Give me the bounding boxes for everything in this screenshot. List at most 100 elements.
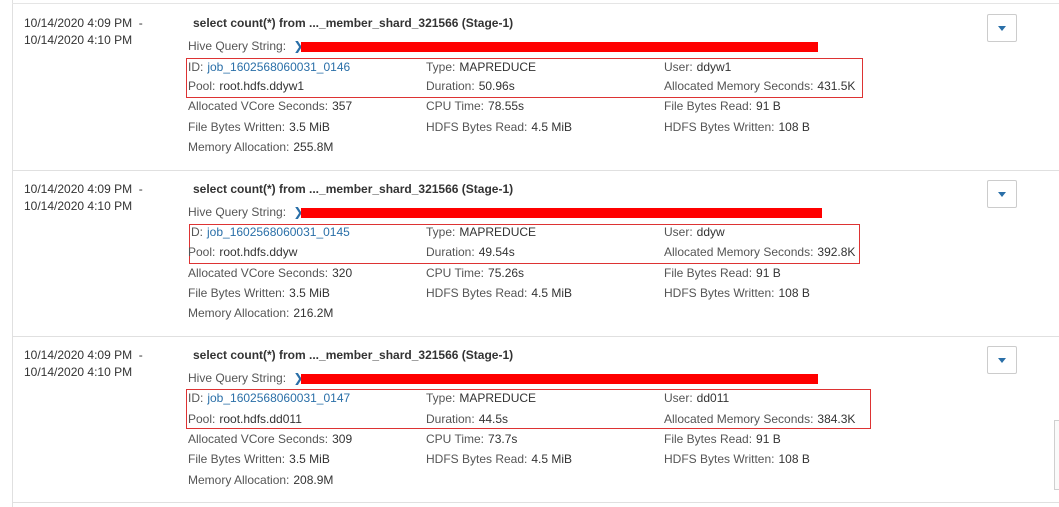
hive-query-string: Hive Query String: ❯ bbox=[188, 38, 818, 54]
duration-field: Duration: 49.54s bbox=[426, 244, 515, 260]
user-field: User: dd011 bbox=[664, 390, 729, 406]
type-value: MAPREDUCE bbox=[459, 391, 537, 405]
hdfs-bytes-read-value: 4.5 MiB bbox=[531, 452, 573, 466]
type-label: Type: bbox=[426, 391, 456, 405]
cpu-time-field: CPU Time: 73.7s bbox=[426, 431, 517, 447]
duration-field: Duration: 44.5s bbox=[426, 411, 508, 427]
file-bytes-read-value: 91 B bbox=[756, 432, 781, 446]
duration-field: Duration: 50.96s bbox=[426, 78, 515, 94]
query-actions-dropdown[interactable] bbox=[987, 180, 1017, 208]
job-id-field: D: job_1602568060031_0145 bbox=[191, 224, 350, 240]
allocated-memory-seconds-value: 392.8K bbox=[817, 245, 856, 259]
user-field: User: ddyw bbox=[664, 224, 725, 240]
type-value: MAPREDUCE bbox=[459, 60, 537, 74]
redaction-bar bbox=[301, 208, 822, 218]
query-actions-dropdown[interactable] bbox=[987, 14, 1017, 42]
job-id-label: ID: bbox=[188, 60, 204, 74]
pool-label: Pool: bbox=[188, 412, 216, 426]
hdfs-bytes-written-label: HDFS Bytes Written: bbox=[664, 286, 775, 300]
user-value: ddyw bbox=[696, 225, 725, 239]
cpu-time-label: CPU Time: bbox=[426, 99, 485, 113]
query-row: 10/14/2020 4:09 PM - 10/14/2020 4:10 PM … bbox=[13, 4, 1059, 171]
allocated-memory-seconds-label: Allocated Memory Seconds: bbox=[664, 412, 814, 426]
duration-label: Duration: bbox=[426, 79, 475, 93]
pool-label: Pool: bbox=[188, 245, 216, 259]
allocated-memory-seconds-value: 431.5K bbox=[817, 79, 856, 93]
allocated-memory-seconds-field: Allocated Memory Seconds: 431.5K bbox=[664, 78, 855, 94]
allocated-vcore-seconds-value: 320 bbox=[332, 266, 353, 280]
type-field: Type: MAPREDUCE bbox=[426, 59, 536, 75]
user-value: dd011 bbox=[696, 391, 730, 405]
pool-field: Pool: root.hdfs.dd011 bbox=[188, 411, 302, 427]
query-statement: select count(*) from ..._member_shard_32… bbox=[193, 16, 514, 30]
hdfs-bytes-read-value: 4.5 MiB bbox=[531, 286, 573, 300]
query-row: 10/14/2020 4:09 PM - 10/14/2020 4:10 PM … bbox=[13, 336, 1059, 503]
hive-query-label: Hive Query String: bbox=[188, 39, 287, 53]
hive-query-string: Hive Query String: ❯ bbox=[188, 370, 818, 386]
job-id-label: ID: bbox=[188, 391, 204, 405]
hdfs-bytes-written-field: HDFS Bytes Written: 108 B bbox=[664, 451, 810, 467]
file-bytes-read-field: File Bytes Read: 91 B bbox=[664, 265, 781, 281]
file-bytes-written-field: File Bytes Written: 3.5 MiB bbox=[188, 451, 330, 467]
hdfs-bytes-written-label: HDFS Bytes Written: bbox=[664, 120, 775, 134]
query-time-range: 10/14/2020 4:09 PM - 10/14/2020 4:10 PM bbox=[24, 347, 143, 381]
redaction-bar bbox=[301, 42, 818, 52]
file-bytes-written-label: File Bytes Written: bbox=[188, 452, 286, 466]
file-bytes-written-field: File Bytes Written: 3.5 MiB bbox=[188, 119, 330, 135]
caret-down-icon bbox=[998, 26, 1006, 31]
job-id-label: D: bbox=[191, 225, 203, 239]
redaction-bar bbox=[301, 374, 818, 384]
hdfs-bytes-read-field: HDFS Bytes Read: 4.5 MiB bbox=[426, 285, 572, 301]
file-bytes-read-field: File Bytes Read: 91 B bbox=[664, 98, 781, 114]
memory-allocation-value: 255.8M bbox=[293, 140, 334, 154]
memory-allocation-field: Memory Allocation: 208.9M bbox=[188, 472, 333, 488]
file-bytes-read-label: File Bytes Read: bbox=[664, 432, 753, 446]
hdfs-bytes-written-field: HDFS Bytes Written: 108 B bbox=[664, 285, 810, 301]
cpu-time-value: 75.26s bbox=[488, 266, 525, 280]
hdfs-bytes-read-label: HDFS Bytes Read: bbox=[426, 286, 528, 300]
job-id-link[interactable]: job_1602568060031_0145 bbox=[207, 225, 350, 239]
allocated-vcore-seconds-label: Allocated VCore Seconds: bbox=[188, 266, 329, 280]
file-bytes-read-label: File Bytes Read: bbox=[664, 266, 753, 280]
allocated-vcore-seconds-value: 357 bbox=[332, 99, 353, 113]
pool-value: root.hdfs.ddyw1 bbox=[219, 79, 305, 93]
file-bytes-written-label: File Bytes Written: bbox=[188, 286, 286, 300]
hive-query-label: Hive Query String: bbox=[188, 205, 287, 219]
job-id-field: ID: job_1602568060031_0147 bbox=[188, 390, 350, 406]
user-value: ddyw1 bbox=[696, 60, 732, 74]
type-field: Type: MAPREDUCE bbox=[426, 224, 536, 240]
query-start-time: 10/14/2020 4:09 PM - bbox=[24, 16, 143, 30]
file-bytes-read-label: File Bytes Read: bbox=[664, 99, 753, 113]
duration-value: 44.5s bbox=[478, 412, 509, 426]
allocated-vcore-seconds-label: Allocated VCore Seconds: bbox=[188, 99, 329, 113]
file-bytes-written-field: File Bytes Written: 3.5 MiB bbox=[188, 285, 330, 301]
duration-value: 50.96s bbox=[478, 79, 515, 93]
file-bytes-written-value: 3.5 MiB bbox=[289, 120, 330, 134]
query-statement: select count(*) from ..._member_shard_32… bbox=[193, 182, 514, 196]
caret-down-icon bbox=[998, 192, 1006, 197]
job-id-field: ID: job_1602568060031_0146 bbox=[188, 59, 350, 75]
scrollbar-edge[interactable] bbox=[1054, 420, 1059, 490]
caret-down-icon bbox=[998, 358, 1006, 363]
hdfs-bytes-written-value: 108 B bbox=[778, 286, 810, 300]
cpu-time-label: CPU Time: bbox=[426, 432, 485, 446]
hdfs-bytes-read-field: HDFS Bytes Read: 4.5 MiB bbox=[426, 451, 572, 467]
hdfs-bytes-read-value: 4.5 MiB bbox=[531, 120, 573, 134]
query-actions-dropdown[interactable] bbox=[987, 346, 1017, 374]
query-end-time: 10/14/2020 4:10 PM bbox=[24, 199, 133, 213]
duration-label: Duration: bbox=[426, 245, 475, 259]
file-bytes-read-value: 91 B bbox=[756, 99, 781, 113]
memory-allocation-field: Memory Allocation: 216.2M bbox=[188, 305, 333, 321]
duration-label: Duration: bbox=[426, 412, 475, 426]
job-id-link[interactable]: job_1602568060031_0147 bbox=[207, 391, 350, 405]
type-value: MAPREDUCE bbox=[459, 225, 537, 239]
allocated-vcore-seconds-field: Allocated VCore Seconds: 357 bbox=[188, 98, 352, 114]
job-id-link[interactable]: job_1602568060031_0146 bbox=[207, 60, 350, 74]
file-bytes-written-label: File Bytes Written: bbox=[188, 120, 286, 134]
file-bytes-read-field: File Bytes Read: 91 B bbox=[664, 431, 781, 447]
pool-value: root.hdfs.dd011 bbox=[219, 412, 302, 426]
memory-allocation-value: 208.9M bbox=[293, 473, 334, 487]
memory-allocation-label: Memory Allocation: bbox=[188, 473, 290, 487]
hive-query-string: Hive Query String: ❯ bbox=[188, 204, 822, 220]
cpu-time-value: 78.55s bbox=[488, 99, 525, 113]
